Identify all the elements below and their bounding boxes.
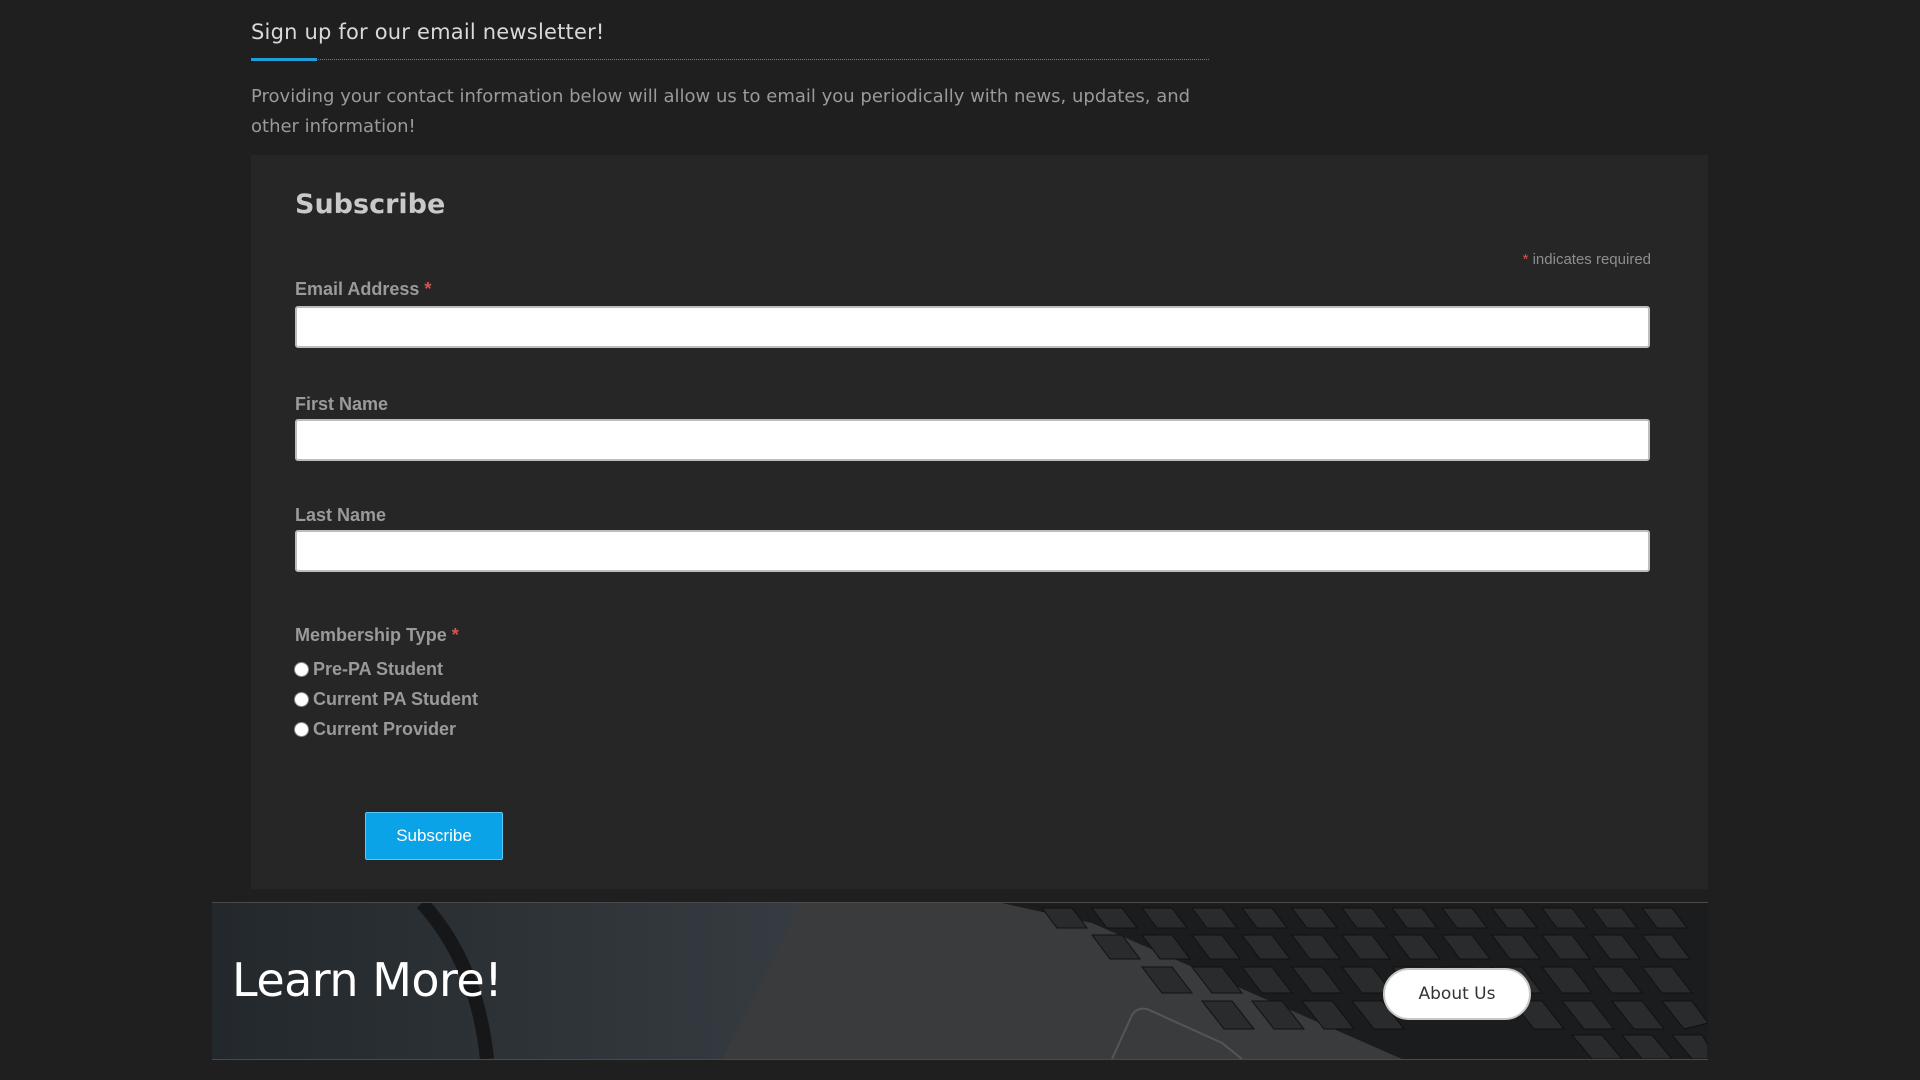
radio-label[interactable]: Pre-PA Student [313,659,443,680]
radio-option-pre-pa-student[interactable]: Pre-PA Student [294,657,443,681]
last-name-label: Last Name [295,505,387,525]
radio-label[interactable]: Current Provider [313,719,456,740]
required-note-text: indicates required [1532,251,1651,268]
membership-type-label-text: Membership Type [295,625,447,645]
membership-required-asterisk: * [451,625,459,645]
first-name-label: First Name [295,394,389,414]
heading-divider [251,59,1209,60]
email-field[interactable] [295,306,1650,348]
radio-button[interactable] [294,661,309,677]
form-title: Subscribe [295,189,446,220]
required-asterisk: * [1522,251,1529,268]
radio-option-current-pa-student[interactable]: Current PA Student [294,687,478,711]
subscribe-form: Subscribe * indicates required Email Add… [251,155,1708,889]
email-label-text: Email Address [295,279,420,299]
about-us-button[interactable]: About Us [1383,968,1531,1020]
learn-more-title: Learn More! [232,953,503,1007]
heading-accent-bar [251,58,317,61]
first-name-field[interactable] [295,419,1650,461]
radio-button[interactable] [294,721,309,737]
radio-option-current-provider[interactable]: Current Provider [294,717,456,741]
email-required-asterisk: * [424,279,432,299]
newsletter-heading-block: Sign up for our email newsletter! [251,18,1209,62]
required-note: * indicates required [1523,251,1651,268]
page: Sign up for our email newsletter! Provid… [0,0,1920,1080]
newsletter-description: Providing your contact information below… [251,86,1191,137]
learn-more-banner: Learn More! About Us [212,902,1708,1060]
last-name-field[interactable] [295,530,1650,572]
membership-type-label: Membership Type * [295,625,459,646]
radio-label[interactable]: Current PA Student [313,689,478,710]
newsletter-heading: Sign up for our email newsletter! [251,20,605,44]
email-label: Email Address * [295,279,431,300]
radio-button[interactable] [294,691,309,707]
subscribe-button[interactable]: Subscribe [365,812,503,860]
